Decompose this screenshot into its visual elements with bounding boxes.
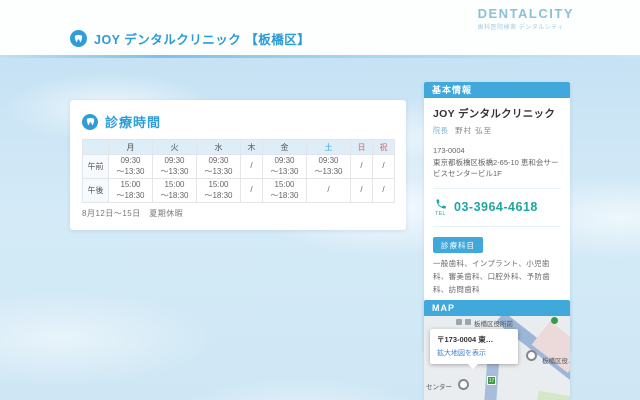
hours-cell: / [350, 178, 373, 203]
departments-badge: 診療科目 [433, 237, 483, 254]
hours-cell: / [372, 154, 395, 179]
dentalcity-logo[interactable]: DENTALCITY 歯科医院検索 デンタルシティ [478, 6, 574, 31]
tooth-icon [82, 113, 98, 130]
map-label-right: 板橋区役… [542, 358, 570, 365]
day-header: 土 [306, 139, 351, 155]
map-infowindow: 〒173-0004 東… 拡大地図を表示 [430, 329, 518, 369]
hours-cell: 09:30 〜13:30 [306, 154, 351, 179]
hours-cell: 15:00 〜18:30 [152, 178, 197, 203]
departments-list: 一般歯科、インプラント、小児歯科、審美歯科、口腔外科、予防歯科、訪問歯科 [433, 259, 550, 294]
infowindow-title: 〒173-0004 東… [437, 335, 494, 344]
map-park-block [533, 390, 570, 400]
hours-card: 診療時間 月火水木金土日祝 午前 09:30 〜13:30 09:30 〜13:30 09… [70, 100, 406, 230]
director-label: 院長 [433, 126, 448, 135]
site-title-text: JOY デンタルクリニック 【板橋区】 [94, 33, 311, 47]
station-marker-icon[interactable] [526, 350, 537, 361]
director-name: 野村 弘至 [455, 126, 493, 135]
dentalcity-logo-tagline: 歯科医院検索 デンタルシティ [477, 25, 564, 31]
separator [433, 225, 561, 227]
tel-label: TEL [435, 210, 446, 217]
day-header: 祝 [372, 139, 395, 155]
hours-cell: 15:00 〜18:30 [262, 178, 307, 203]
hours-table-head-row: 月火水木金土日祝 [82, 139, 395, 155]
hours-row: 午前 09:30 〜13:30 09:30 〜13:30 09:30 〜13:30/09:3… [82, 154, 395, 179]
corner-header [82, 139, 109, 155]
map-label-left: センター [426, 384, 452, 391]
hours-cell: 09:30 〜13:30 [262, 154, 307, 179]
clinic-name: JOY デンタルクリニック [433, 108, 556, 120]
director-row: 院長 野村 弘至 [433, 125, 561, 136]
hours-cell: 09:30 〜13:30 [196, 154, 241, 179]
hours-cell: 09:30 〜13:30 [152, 154, 197, 179]
day-header: 火 [152, 139, 197, 155]
building-icon [465, 319, 471, 325]
phone-row[interactable]: TEL 03-3964-4618 [433, 197, 561, 218]
hours-cell: / [240, 178, 263, 203]
bus-stop-icon [456, 319, 462, 325]
hours-cell: / [372, 178, 395, 203]
departments-section: 診療科目 一般歯科、インプラント、小児歯科、審美歯科、口腔外科、予防歯科、訪問歯… [433, 235, 561, 297]
hours-note: 8月12日〜15日 夏期休暇 [82, 209, 184, 218]
separator [433, 187, 561, 189]
hours-cell: / [240, 154, 263, 179]
map-label-top: 板橋区役所前 [474, 321, 513, 328]
dentalcity-logo-text: DENTALCITY [477, 6, 574, 21]
period-label: 午後 [82, 178, 109, 203]
hours-cell: / [306, 178, 351, 203]
tooth-icon [70, 30, 87, 47]
hours-title: 診療時間 [105, 115, 162, 130]
phone-icon: TEL [433, 198, 448, 217]
day-header: 日 [350, 139, 373, 155]
period-label: 午前 [82, 154, 109, 179]
basic-info-header: 基本情報 [424, 82, 570, 98]
enlarge-map-link[interactable]: 拡大地図を表示 [437, 348, 511, 358]
map-panel: MAP 板橋区役所前 板橋区役… センター 警視庁 板橋警 17 〒173-00… [424, 300, 570, 400]
day-header: 水 [196, 139, 241, 155]
postal-code: 173-0004 [433, 146, 465, 155]
phone-number[interactable]: 03-3964-4618 [454, 200, 538, 214]
day-header: 木 [240, 139, 263, 155]
hours-row: 午後 15:00 〜18:30 15:00 〜18:30 15:00 〜18:30/15:0… [82, 178, 395, 203]
tree-marker-icon [551, 317, 558, 324]
day-header: 月 [108, 139, 153, 155]
map-canvas[interactable]: 板橋区役所前 板橋区役… センター 警視庁 板橋警 17 〒173-0004 東… [424, 316, 570, 400]
address-block: 173-0004 東京都板橋区板橋2-65-10 恵和会サービスセンタービル1F [433, 145, 561, 180]
hours-cell: 09:30 〜13:30 [108, 154, 153, 179]
hours-table: 月火水木金土日祝 午前 09:30 〜13:30 09:30 〜13:30 09:30 〜1… [82, 139, 395, 203]
hours-heading: 診療時間 [82, 112, 394, 131]
day-header: 金 [262, 139, 307, 155]
route-shield: 17 [487, 376, 496, 385]
address: 東京都板橋区板橋2-65-10 恵和会サービスセンタービル1F [433, 157, 559, 179]
bus-marker-icon[interactable] [458, 379, 469, 390]
hours-cell: 15:00 〜18:30 [108, 178, 153, 203]
map-header: MAP [424, 300, 570, 316]
site-title-link[interactable]: JOY デンタルクリニック 【板橋区】 [70, 29, 310, 48]
hours-cell: 15:00 〜18:30 [196, 178, 241, 203]
hours-cell: / [350, 154, 373, 179]
